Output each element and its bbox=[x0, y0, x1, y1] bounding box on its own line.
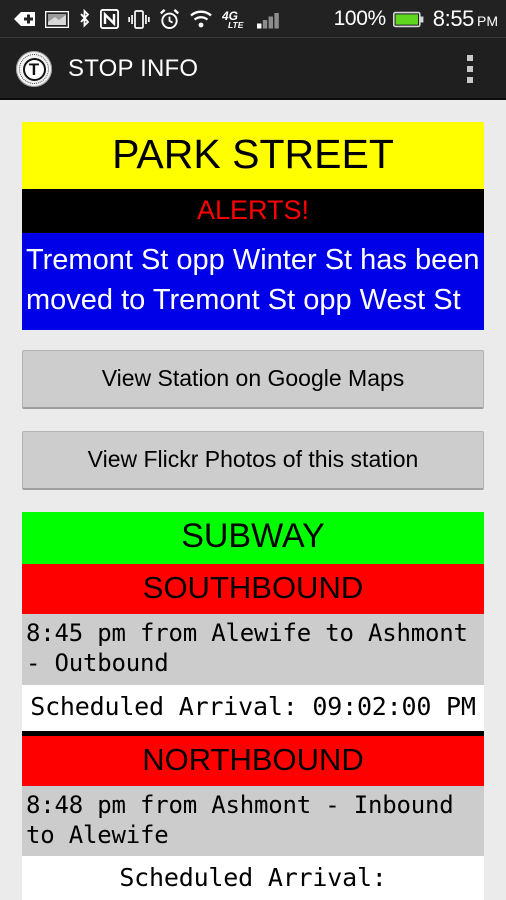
scroll-area[interactable]: PARK STREET ALERTS! Tremont St opp Winte… bbox=[0, 100, 506, 900]
overflow-dot-1 bbox=[467, 55, 473, 61]
battery-percent-label: 100% bbox=[333, 7, 387, 30]
status-bar-left-icons: 4G LTE bbox=[14, 8, 334, 30]
scheduled-arrival-row: Scheduled Arrival: bbox=[22, 856, 484, 900]
subway-section-header: SUBWAY bbox=[22, 512, 484, 565]
bluetooth-icon bbox=[80, 9, 90, 28]
station-name-banner: PARK STREET bbox=[22, 122, 484, 190]
direction-banner-southbound: SOUTHBOUND bbox=[22, 564, 484, 615]
overflow-menu-icon[interactable] bbox=[450, 45, 490, 93]
view-flickr-photos-button[interactable]: View Flickr Photos of this station bbox=[22, 431, 484, 491]
status-clock-group: 8:55 PM bbox=[433, 6, 498, 32]
alerts-title-banner: ALERTS! bbox=[22, 189, 484, 234]
screenshot-image-icon bbox=[45, 10, 69, 28]
vibrate-mode-icon bbox=[128, 9, 150, 29]
stop-info-content: PARK STREET ALERTS! Tremont St opp Winte… bbox=[22, 100, 484, 900]
scheduled-arrival-row: Scheduled Arrival: 09:02:00 PM bbox=[22, 684, 484, 731]
clock-time: 8:55 bbox=[432, 6, 475, 31]
mbta-t-logo-icon: T bbox=[16, 51, 52, 87]
view-station-on-google-maps-button[interactable]: View Station on Google Maps bbox=[22, 350, 484, 410]
trip-row[interactable]: 8:45 pm from Alewife to Ashmont - Outbou… bbox=[22, 614, 484, 685]
alarm-clock-icon bbox=[159, 8, 180, 29]
svg-text:LTE: LTE bbox=[228, 20, 244, 29]
back-arrow-plus-icon bbox=[14, 12, 35, 26]
clock-ampm: PM bbox=[477, 13, 498, 29]
logo-ring bbox=[19, 54, 49, 84]
trip-row[interactable]: 8:48 pm from Ashmont - Inbound to Alewif… bbox=[22, 785, 484, 857]
nfc-icon bbox=[100, 9, 119, 29]
status-bar: 4G LTE 100% 8:55 PM bbox=[0, 0, 506, 38]
alert-message-box: Tremont St opp Winter St has been moved … bbox=[22, 233, 484, 331]
status-bar-right-group: 100% 8:55 PM bbox=[334, 6, 498, 32]
page-title: STOP INFO bbox=[68, 55, 199, 82]
direction-banner-northbound: NORTHBOUND bbox=[22, 735, 484, 786]
battery-full-icon bbox=[392, 11, 424, 27]
4g-lte-icon: 4G LTE bbox=[222, 9, 244, 29]
action-bar: T STOP INFO bbox=[0, 38, 506, 100]
wifi-icon bbox=[190, 10, 212, 28]
overflow-dot-2 bbox=[467, 66, 473, 72]
cell-signal-icon bbox=[257, 12, 279, 28]
overflow-dot-3 bbox=[467, 77, 473, 83]
